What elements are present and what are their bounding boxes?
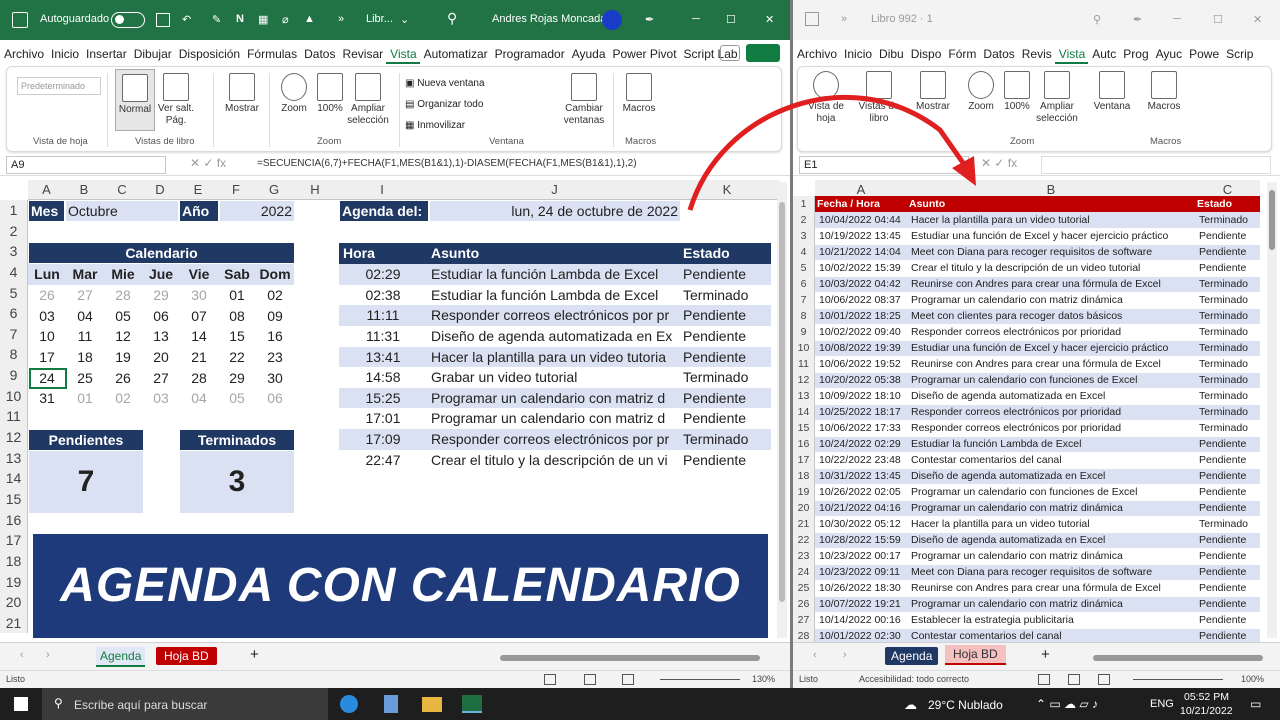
weather-text[interactable]: 29°C Nublado [928, 698, 1003, 712]
taskbar-search-placeholder: Escribe aquí para buscar [74, 698, 208, 712]
notifications-icon[interactable]: ▭ [1250, 697, 1261, 711]
weather-icon: ☁ [904, 697, 917, 712]
excel-taskbar-icon[interactable] [462, 695, 482, 713]
clock-date[interactable]: 10/21/2022 [1180, 705, 1233, 717]
system-tray-icons[interactable]: ⌃ ▭ ☁ ▱ ♪ [1036, 697, 1098, 711]
clock-time[interactable]: 05:52 PM [1184, 691, 1229, 703]
edge-icon[interactable] [340, 695, 358, 713]
taskbar: ⚲ Escribe aquí para buscar ☁ 29°C Nublad… [0, 688, 1280, 720]
file-explorer-icon[interactable] [422, 697, 442, 712]
windows-start-icon[interactable] [14, 697, 28, 711]
calculator-icon[interactable] [384, 695, 398, 713]
language-indicator[interactable]: ENG [1150, 698, 1174, 710]
taskbar-search[interactable]: ⚲ Escribe aquí para buscar [42, 688, 328, 720]
search-icon: ⚲ [54, 696, 63, 710]
red-arrow-annotation [687, 94, 976, 211]
